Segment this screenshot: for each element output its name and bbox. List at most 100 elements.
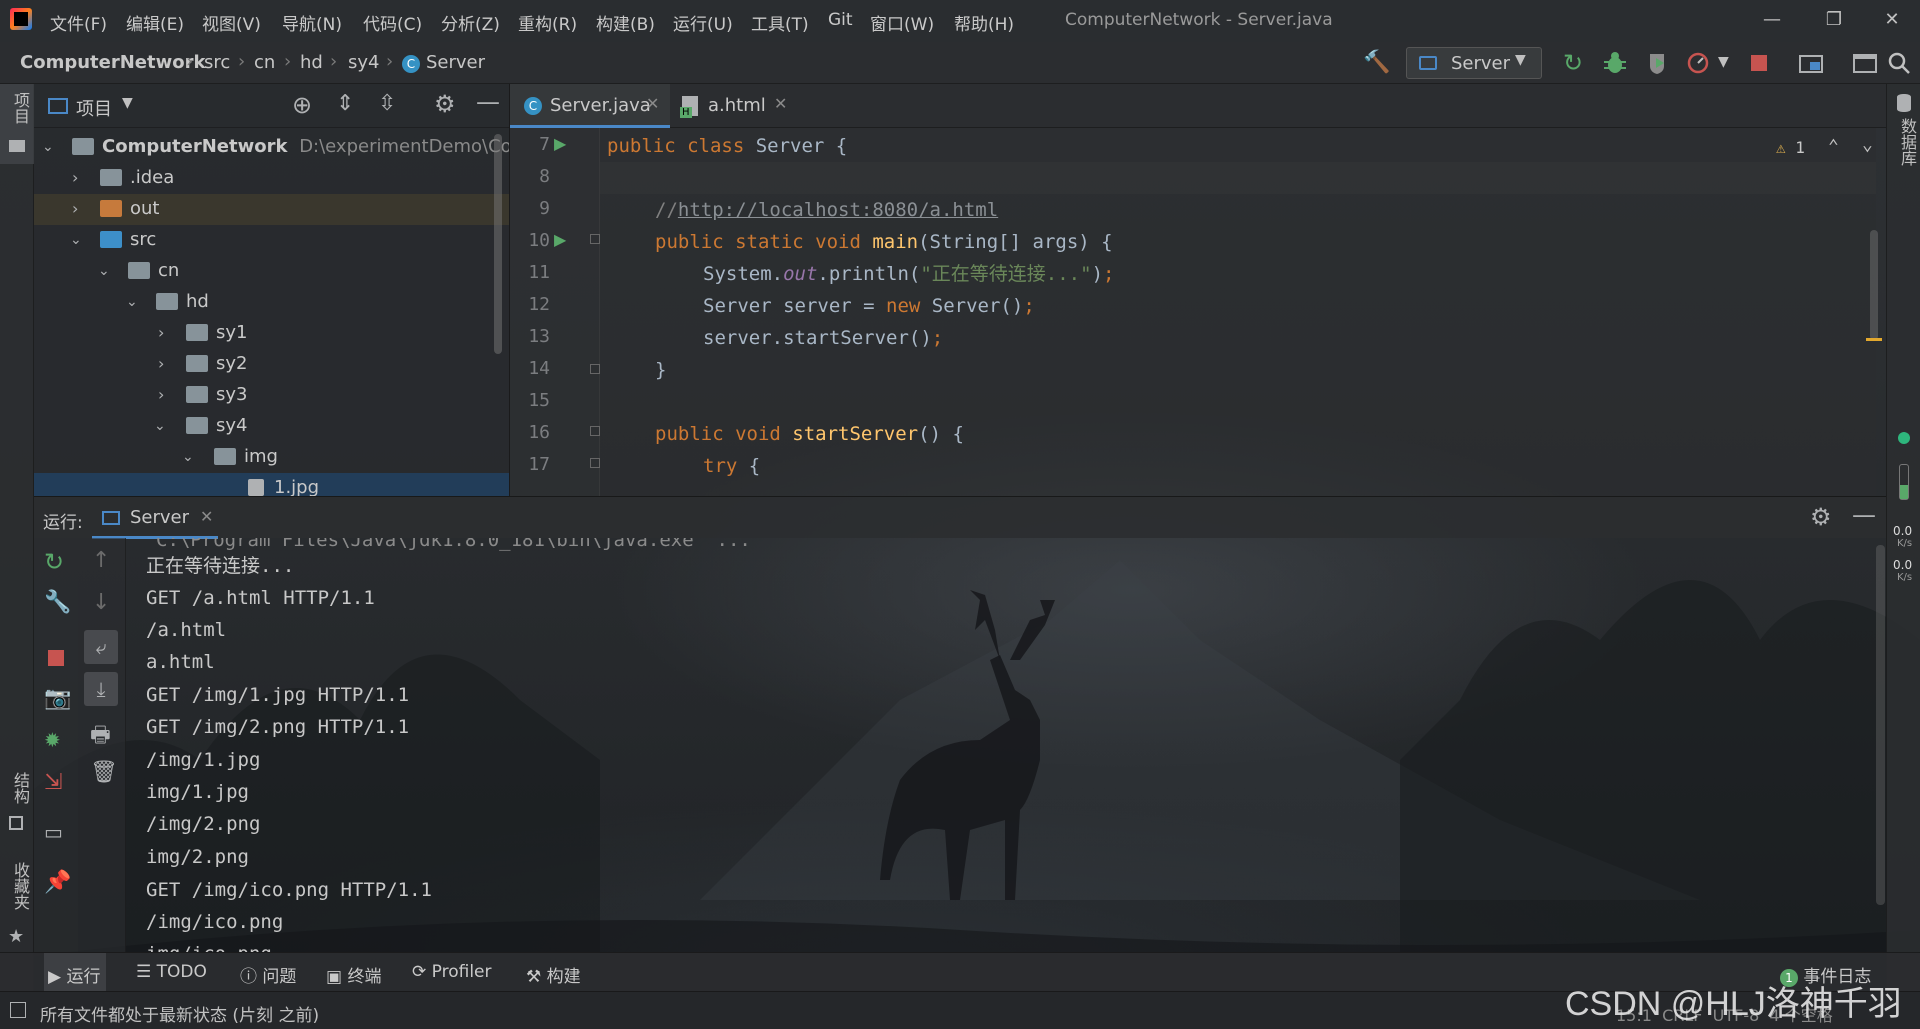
chevron-right-icon[interactable]: › xyxy=(158,356,172,372)
tool-todo[interactable]: ☰ TODO xyxy=(136,962,207,982)
fold-icon[interactable] xyxy=(590,458,600,468)
chevron-down-icon[interactable]: ⌄ xyxy=(70,233,84,247)
menu-analyze[interactable]: 分析(Z) xyxy=(441,10,500,35)
chevron-right-icon[interactable]: › xyxy=(158,387,172,403)
stop-icon[interactable] xyxy=(1744,48,1774,78)
run-class-gutter-icon[interactable]: ▶ xyxy=(554,134,566,153)
menu-file[interactable]: 文件(F) xyxy=(50,10,107,35)
warning-indicator[interactable]: ⚠ 1 xyxy=(1776,138,1805,157)
project-view-chevron-down-icon[interactable]: ▼ xyxy=(122,95,133,111)
tab-server-java[interactable]: C Server.java ✕ xyxy=(510,84,670,128)
close-tab-icon[interactable]: ✕ xyxy=(200,507,213,526)
scroll-to-end-icon[interactable]: ⤓ xyxy=(84,672,118,706)
project-tool-window-button[interactable]: 项目 xyxy=(0,84,34,164)
project-structure-icon[interactable] xyxy=(1796,48,1826,78)
camera-icon[interactable]: 📷 xyxy=(44,686,71,711)
menu-tools[interactable]: 工具(T) xyxy=(751,10,809,35)
tree-item-src[interactable]: ⌄ src xyxy=(34,225,509,256)
hide-panel-icon[interactable]: — xyxy=(1852,501,1876,529)
coverage-icon[interactable] xyxy=(1642,48,1672,78)
hide-panel-icon[interactable]: — xyxy=(476,88,500,116)
tool-terminal[interactable]: ▣ 终端 xyxy=(326,962,381,987)
menu-window[interactable]: 窗口(W) xyxy=(870,10,934,35)
minimize-button[interactable]: — xyxy=(1752,6,1792,34)
close-tab-icon[interactable]: ✕ xyxy=(774,94,787,113)
stop-icon[interactable] xyxy=(48,650,64,666)
fold-icon[interactable] xyxy=(590,426,600,436)
chevron-down-icon[interactable]: ⌄ xyxy=(126,295,140,309)
profiler-icon[interactable] xyxy=(1684,48,1714,78)
debug-restart-icon[interactable]: ✹ xyxy=(44,728,61,752)
menu-code[interactable]: 代码(C) xyxy=(363,10,422,35)
more-run-options-chevron-icon[interactable]: ▼ xyxy=(1718,54,1729,70)
console-output[interactable]: C:\Program Files\Java\jdk1.8.0_181\bin\j… xyxy=(126,538,1876,952)
chevron-right-icon[interactable]: › xyxy=(72,170,86,186)
console-scrollbar-thumb[interactable] xyxy=(1876,545,1885,905)
search-icon[interactable] xyxy=(1884,48,1914,78)
chevron-right-icon[interactable]: › xyxy=(72,201,86,217)
breadcrumb-sy4[interactable]: sy4 xyxy=(348,52,379,73)
build-hammer-icon[interactable]: 🔨 xyxy=(1362,48,1392,78)
tree-item-idea[interactable]: › .idea xyxy=(34,163,509,194)
structure-tool-window-button[interactable]: 结构 xyxy=(0,764,34,844)
breadcrumb-src[interactable]: src xyxy=(204,52,230,73)
close-window-button[interactable]: ✕ xyxy=(1872,6,1912,34)
run-main-gutter-icon[interactable]: ▶ xyxy=(554,230,566,249)
gear-icon[interactable]: ⚙ xyxy=(434,90,456,118)
tree-item-1jpg[interactable]: 1.jpg xyxy=(34,473,509,496)
tool-profiler[interactable]: ⟳ Profiler xyxy=(412,962,492,982)
pin-icon[interactable]: 📌 xyxy=(44,870,71,895)
project-view-label[interactable]: 项目 xyxy=(76,95,112,121)
tree-item-out[interactable]: › out xyxy=(34,194,509,225)
terminal-window-icon[interactable] xyxy=(1850,48,1880,78)
tree-item-sy1[interactable]: › sy1 xyxy=(34,318,509,349)
tree-item-hd[interactable]: ⌄ hd xyxy=(34,287,509,318)
code-editor[interactable]: public class Server { //http://localhost… xyxy=(600,128,1882,496)
chevron-down-icon[interactable]: ⌄ xyxy=(98,264,112,278)
debug-bug-icon[interactable] xyxy=(1600,48,1630,78)
breadcrumb-hd[interactable]: hd xyxy=(300,52,323,73)
menu-run[interactable]: 运行(U) xyxy=(673,10,733,35)
print-icon[interactable]: 🖶 xyxy=(90,718,111,756)
run-tab-server[interactable]: Server ✕ xyxy=(92,497,218,539)
tree-item-sy2[interactable]: › sy2 xyxy=(34,349,509,380)
arrow-down-icon[interactable]: ↓ xyxy=(92,590,110,615)
project-scrollbar[interactable] xyxy=(494,134,502,354)
fold-icon[interactable] xyxy=(590,234,600,244)
editor-scrollbar[interactable] xyxy=(1870,230,1878,340)
tree-item-sy4[interactable]: ⌄ sy4 xyxy=(34,411,509,442)
tool-run[interactable]: ▶ 运行 xyxy=(44,953,107,992)
chevron-right-icon[interactable]: › xyxy=(158,325,172,341)
previous-highlight-icon[interactable]: ⌃ xyxy=(1828,136,1839,157)
gear-icon[interactable]: ⚙ xyxy=(1810,503,1832,531)
menu-git[interactable]: Git xyxy=(828,10,853,30)
chevron-down-icon[interactable]: ⌄ xyxy=(42,140,56,154)
tab-a-html[interactable]: H a.html ✕ xyxy=(670,84,790,128)
close-tab-icon[interactable]: ✕ xyxy=(646,94,659,113)
layout-icon[interactable]: ▭ xyxy=(44,820,63,844)
warning-stripe-marker[interactable] xyxy=(1866,338,1882,341)
tool-build[interactable]: ⚒ 构建 xyxy=(526,962,581,987)
menu-view[interactable]: 视图(V) xyxy=(202,10,261,35)
locate-file-icon[interactable]: ⊕ xyxy=(292,91,312,119)
menu-help[interactable]: 帮助(H) xyxy=(954,10,1014,35)
tree-item-cn[interactable]: ⌄ cn xyxy=(34,256,509,287)
next-highlight-icon[interactable]: ⌄ xyxy=(1862,134,1873,155)
menu-build[interactable]: 构建(B) xyxy=(596,10,655,35)
menu-refactor[interactable]: 重构(R) xyxy=(518,10,577,35)
menu-edit[interactable]: 编辑(E) xyxy=(126,10,184,35)
chevron-down-icon[interactable]: ⌄ xyxy=(154,419,168,433)
chevron-down-icon[interactable]: ⌄ xyxy=(182,450,196,464)
tree-item-sy3[interactable]: › sy3 xyxy=(34,380,509,411)
tree-item-computernetwork[interactable]: ⌄ ComputerNetwork D:\experimentDemo\Comp… xyxy=(34,132,509,163)
expand-all-icon[interactable]: ⇕ xyxy=(336,91,354,116)
tool-problems[interactable]: ⓘ 问题 xyxy=(240,962,296,987)
fold-icon[interactable] xyxy=(590,364,600,374)
rerun-icon[interactable]: ↻ xyxy=(1558,48,1588,78)
restore-button[interactable]: ❐ xyxy=(1814,6,1854,34)
soft-wrap-icon[interactable]: ⤶ xyxy=(84,630,118,664)
wrench-icon[interactable]: 🔧 xyxy=(44,590,71,615)
status-toggle-icon[interactable] xyxy=(10,1002,26,1018)
exit-icon[interactable]: ⇲ xyxy=(44,770,62,795)
favorites-tool-window-button[interactable]: 收藏夹 ★ xyxy=(0,854,34,954)
